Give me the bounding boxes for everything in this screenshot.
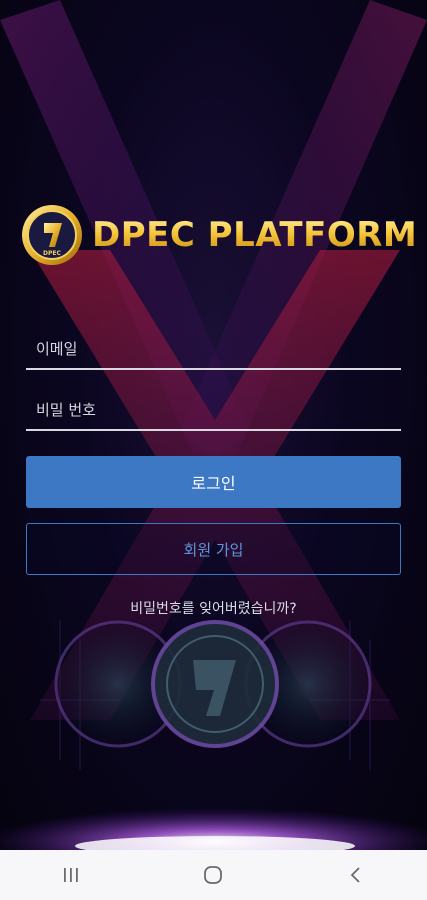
dpec-coin-icon: DPEC (22, 205, 82, 265)
email-field[interactable] (26, 330, 401, 370)
email-input[interactable] (26, 330, 401, 368)
password-field[interactable] (26, 391, 401, 431)
forgot-password-link[interactable]: 비밀번호를 잊어버렸습니까? (0, 598, 427, 618)
recents-icon (64, 868, 78, 882)
system-navigation-bar (0, 850, 427, 900)
back-icon (350, 867, 360, 883)
login-screen: DPEC DPEC PLATFORM 로그인 회원 가입 비밀번호를 잊어버렸습… (0, 0, 427, 850)
recents-button[interactable] (41, 855, 101, 895)
home-button[interactable] (183, 855, 243, 895)
back-button[interactable] (326, 855, 386, 895)
signup-button[interactable]: 회원 가입 (26, 523, 401, 575)
home-icon (204, 866, 223, 884)
login-button[interactable]: 로그인 (26, 456, 401, 508)
brand-name: DPEC PLATFORM (92, 215, 418, 255)
svg-text:DPEC: DPEC (43, 250, 61, 257)
password-input[interactable] (26, 391, 401, 429)
brand-logo: DPEC DPEC PLATFORM (20, 202, 417, 268)
